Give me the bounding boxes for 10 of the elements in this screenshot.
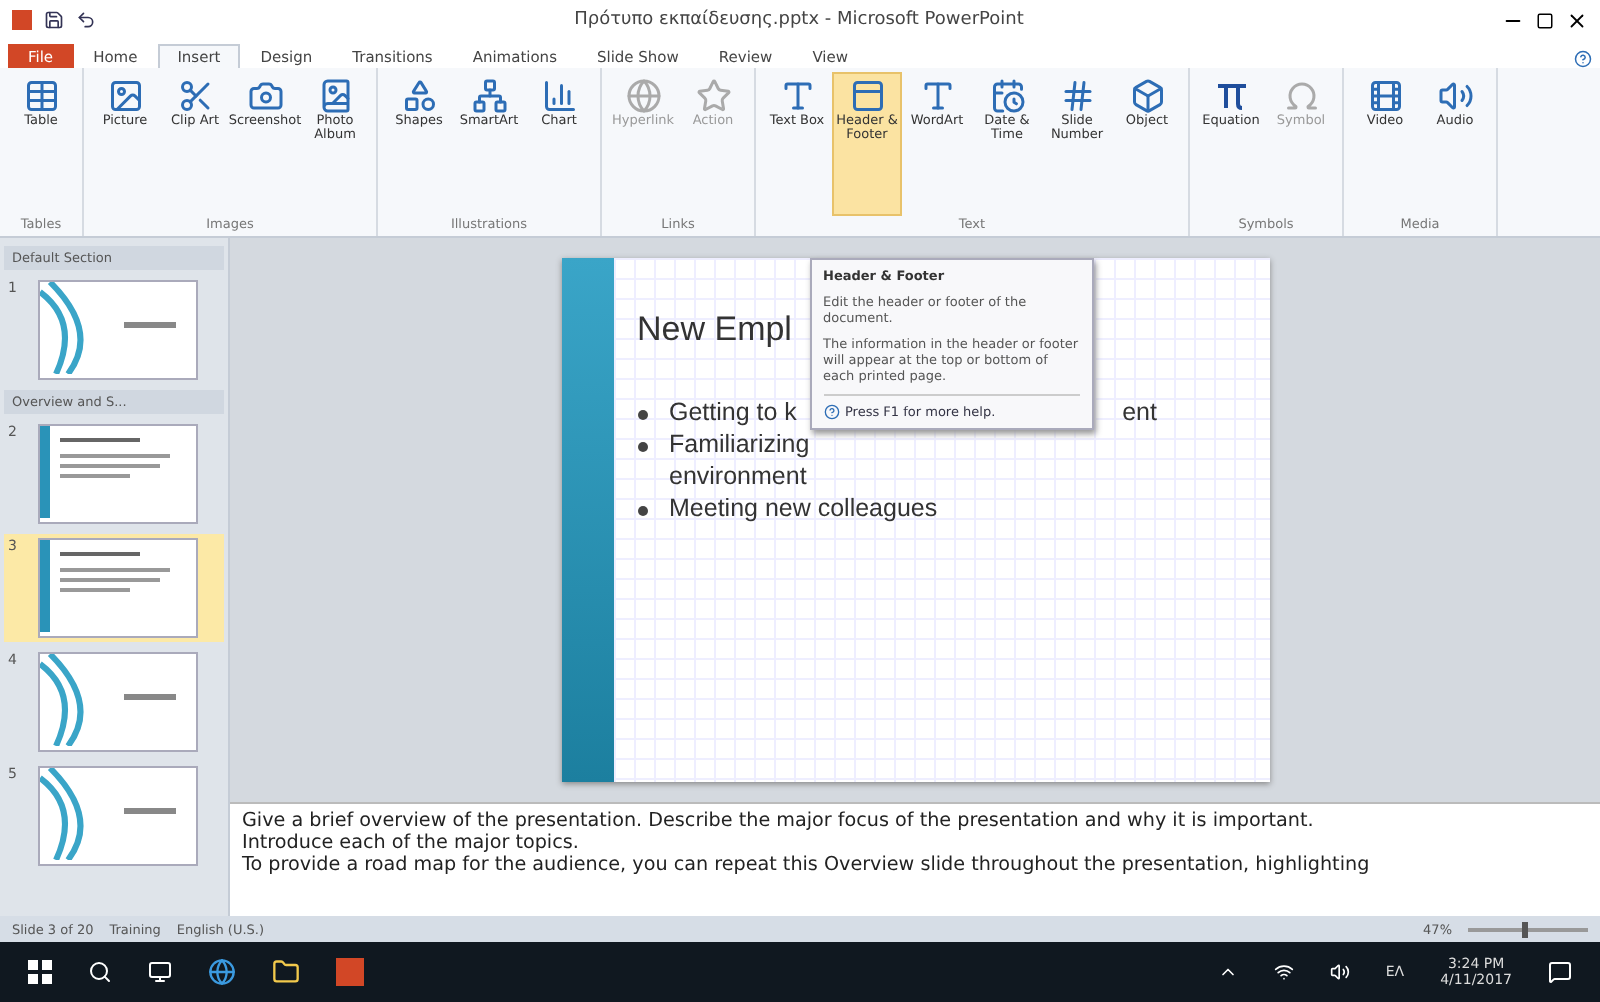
notes-text: Give a brief overview of the presentation. Describe the major focus of the presentation and why it is important. xyxy=(242,810,1316,832)
bullet-text: environment xyxy=(669,462,807,490)
bullet-text: ent xyxy=(1122,398,1157,426)
notes-text: To provide a road map for the audience, you can repeat this Overview slide throughout the presentation, highlighting xyxy=(242,854,1372,876)
bullet-text: Familiarizing xyxy=(669,430,810,458)
bullet-text: Getting to k xyxy=(669,398,797,426)
slide-title: New Empl xyxy=(637,310,792,350)
notes-text: Introduce each of the major topics. xyxy=(242,832,581,854)
bullet-text: Meeting new colleagues xyxy=(669,494,938,522)
window-title: Πρότυπο εκπαίδευσης.pptx - Microsoft PowerPoint xyxy=(572,10,1026,30)
